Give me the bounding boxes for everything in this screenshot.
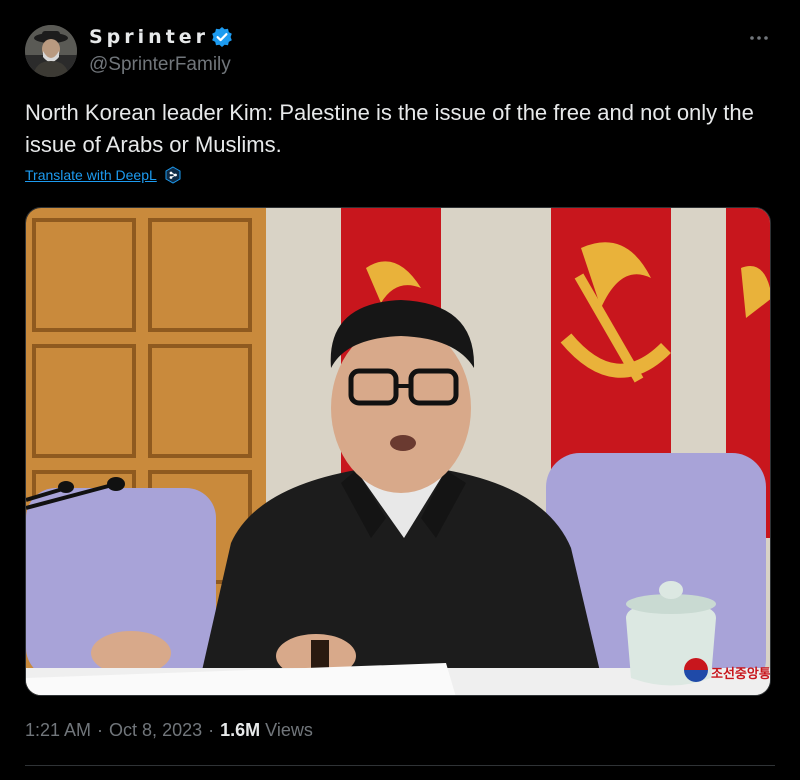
translate-link[interactable]: Translate with DeepL <box>25 167 157 183</box>
author-avatar[interactable] <box>25 25 77 77</box>
author-handle[interactable]: @SprinterFamily <box>89 54 231 76</box>
tweet-date[interactable]: Oct 8, 2023 <box>109 720 202 741</box>
meta-separator-2: · <box>208 720 215 740</box>
tweet-container: Sprinter @SprinterFamily North Korean le… <box>0 0 800 780</box>
divider <box>25 765 775 766</box>
meta-separator: · <box>97 720 104 740</box>
tweet-meta: 1:21 AM · Oct 8, 2023 · 1.6M Views <box>25 720 313 741</box>
author-name-row: Sprinter <box>89 26 233 48</box>
media-watermark: 조선중앙통신 <box>711 666 771 682</box>
translate-row: Translate with DeepL <box>25 166 182 184</box>
views-count: 1.6M <box>220 720 261 740</box>
tweet-time[interactable]: 1:21 AM <box>25 720 91 741</box>
deepl-icon <box>164 166 182 184</box>
author-display-name[interactable]: Sprinter <box>89 26 209 48</box>
more-options-icon[interactable] <box>748 28 770 48</box>
tweet-text: North Korean leader Kim: Palestine is th… <box>25 100 754 157</box>
views-label: Views <box>265 720 313 740</box>
verified-badge-icon <box>211 26 233 48</box>
tweet-media-image[interactable]: 조선중앙통신 <box>25 207 771 696</box>
